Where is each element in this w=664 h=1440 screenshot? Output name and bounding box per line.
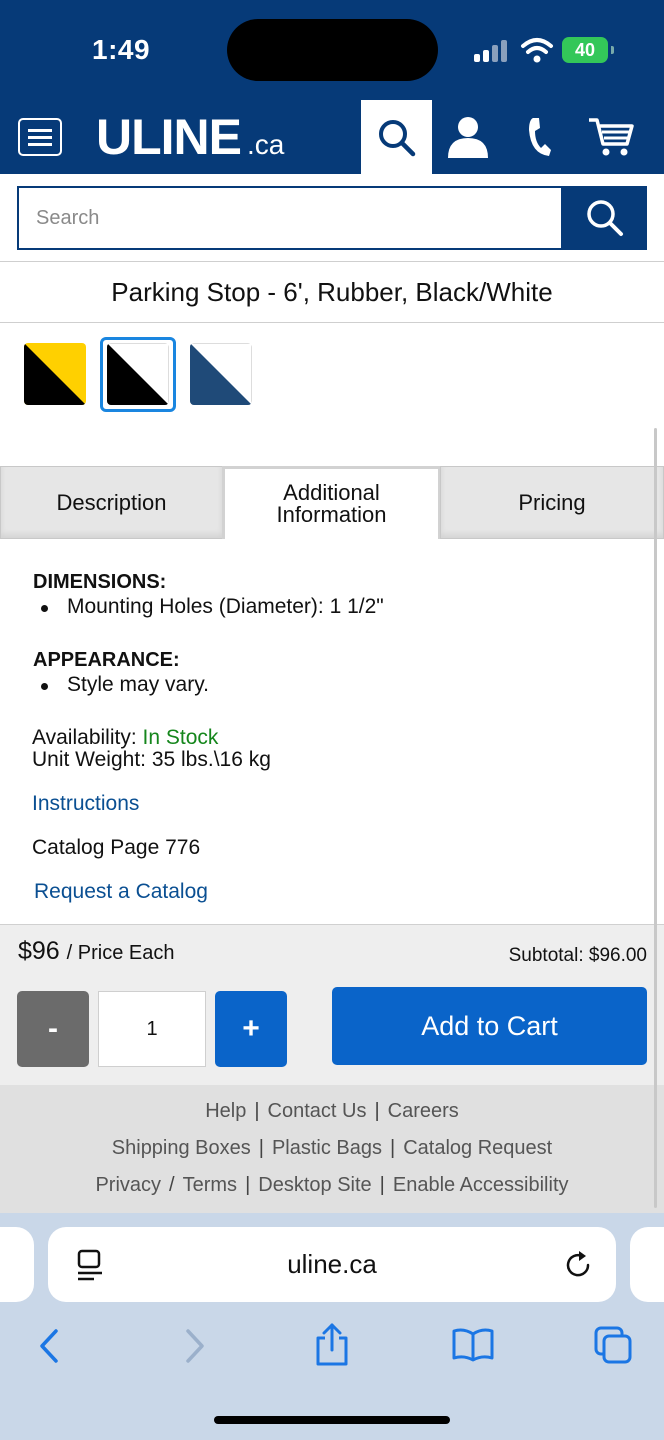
uline-logo[interactable]: ULINE .ca (96, 108, 284, 166)
cart-icon[interactable] (588, 116, 634, 158)
info-tabs: Description Additional Information Prici… (0, 466, 664, 539)
search-button[interactable] (561, 186, 647, 250)
availability-status: In Stock (142, 726, 219, 749)
tab-pricing[interactable]: Pricing (440, 466, 664, 539)
previous-tab-preview[interactable] (0, 1227, 34, 1302)
footer-links: Help | Contact Us | Careers Shipping Boxes | P… (0, 1085, 664, 1213)
search-tab[interactable] (361, 100, 432, 174)
tab-additional-label-1: Additional (283, 480, 380, 505)
bookmarks-icon[interactable] (452, 1328, 494, 1362)
catalog-page: Catalog Page 776 (32, 836, 201, 859)
appearance-item: Style may vary. (41, 673, 209, 696)
battery-indicator: 40 (562, 37, 614, 63)
availability-label: Availability: (32, 726, 137, 749)
availability: Availability: In Stock (32, 726, 218, 750)
dynamic-island (227, 19, 438, 81)
search-bar: Search (0, 174, 664, 262)
footer-link-shipping-boxes[interactable]: Shipping Boxes (112, 1137, 251, 1159)
subtotal: Subtotal: $96.00 (508, 945, 647, 966)
swatch-black-white[interactable] (107, 343, 169, 405)
additional-information-panel: DIMENSIONS: Mounting Holes (Diameter): 1… (0, 539, 664, 924)
quantity-input[interactable]: 1 (98, 991, 206, 1067)
dimensions-heading: DIMENSIONS: (33, 571, 167, 593)
decrease-quantity-button[interactable]: - (17, 991, 89, 1067)
forward-icon (186, 1329, 204, 1363)
reload-icon[interactable] (564, 1250, 594, 1280)
tab-additional-information[interactable]: Additional Information (222, 466, 441, 539)
swatch-blue-white[interactable] (190, 343, 252, 405)
tab-description-label: Description (56, 489, 167, 515)
status-time: 1:49 (92, 34, 151, 65)
footer-row-2: Shipping Boxes | Plastic Bags | Catalog Requ… (111, 1137, 553, 1159)
app-header: 1:49 40 ULINE .ca (0, 0, 664, 174)
footer-link-terms[interactable]: Terms (183, 1174, 237, 1196)
menu-button[interactable] (18, 118, 62, 156)
swatch-black-yellow[interactable] (24, 343, 86, 405)
footer-link-plastic-bags[interactable]: Plastic Bags (272, 1137, 382, 1159)
add-to-cart-button[interactable]: Add to Cart (332, 987, 647, 1065)
instructions-link[interactable]: Instructions (32, 792, 139, 816)
request-catalog-link[interactable]: Request a Catalog (34, 880, 208, 904)
footer-link-catalog-request[interactable]: Catalog Request (403, 1137, 552, 1159)
price-value: $96 (18, 937, 60, 965)
back-icon[interactable] (36, 1328, 64, 1364)
cellular-signal-icon (474, 40, 510, 62)
tab-additional-label-2: Information (276, 502, 387, 527)
home-indicator (214, 1416, 450, 1424)
phone-icon[interactable] (525, 116, 553, 158)
unit-price: $96 / Price Each (18, 937, 175, 966)
account-icon[interactable] (446, 116, 490, 158)
product-title: Parking Stop - 6', Rubber, Black/White (0, 262, 664, 323)
tab-description[interactable]: Description (0, 466, 223, 539)
tab-pricing-label: Pricing (518, 489, 586, 515)
search-icon (587, 200, 623, 236)
logo-suffix: .ca (247, 129, 285, 160)
next-tab-preview[interactable] (630, 1227, 664, 1302)
footer-link-enable-accessibility[interactable]: Enable Accessibility (393, 1174, 569, 1196)
appearance-heading: APPEARANCE: (33, 649, 180, 671)
wifi-icon (521, 38, 553, 63)
price-suffix: / Price Each (66, 942, 175, 964)
address-bar[interactable]: uline.ca (48, 1227, 616, 1302)
footer-link-help[interactable]: Help (205, 1100, 246, 1122)
unit-weight: Unit Weight: 35 lbs.\16 kg (32, 748, 271, 771)
increase-quantity-button[interactable]: + (215, 991, 287, 1067)
share-icon[interactable] (314, 1322, 350, 1366)
price-bar: $96 / Price Each Subtotal: $96.00 - 1 + … (0, 924, 664, 1085)
footer-link-careers[interactable]: Careers (388, 1100, 459, 1122)
footer-row-3: Privacy / Terms | Desktop Site | Enable Access… (95, 1174, 569, 1196)
logo-main: ULINE (96, 109, 242, 165)
footer-link-contact-us[interactable]: Contact Us (268, 1100, 367, 1122)
footer-row-1: Help | Contact Us | Careers (205, 1100, 459, 1122)
tabs-icon[interactable] (594, 1326, 634, 1364)
search-icon (379, 120, 416, 157)
footer-link-privacy[interactable]: Privacy (95, 1174, 161, 1196)
url-text: uline.ca (287, 1249, 377, 1279)
footer-link-desktop-site[interactable]: Desktop Site (258, 1174, 371, 1196)
search-input[interactable]: Search (17, 186, 563, 250)
dimensions-item: Mounting Holes (Diameter): 1 1/2" (41, 595, 384, 618)
page-scrollbar[interactable] (654, 428, 657, 1208)
